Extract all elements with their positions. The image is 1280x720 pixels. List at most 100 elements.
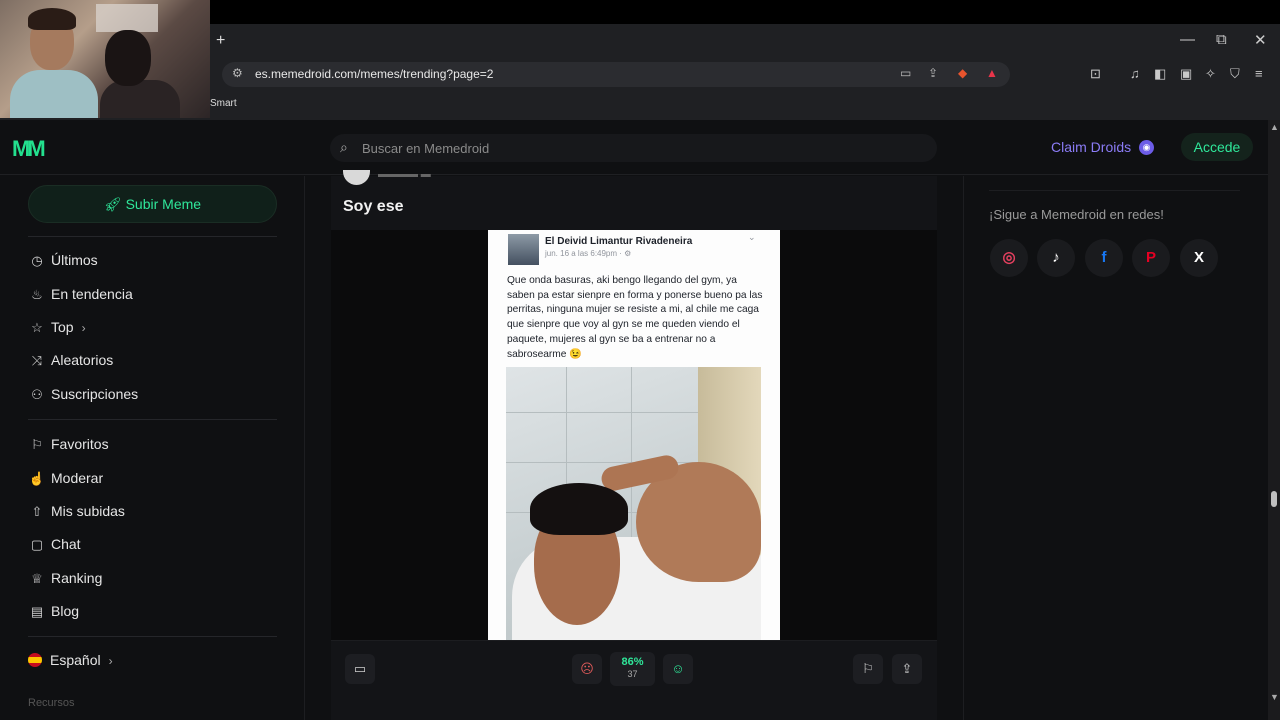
sidebar-item-mis-subidas[interactable]: ⇧ Mis subidas xyxy=(28,503,125,525)
sidebar-item-blog[interactable]: ▤ Blog xyxy=(28,603,79,625)
site-settings-icon[interactable]: ⚙ xyxy=(232,66,243,80)
login-button[interactable]: Accede xyxy=(1181,133,1253,161)
url-text[interactable]: es.memedroid.com/memes/trending?page=2 xyxy=(255,67,493,81)
tiktok-icon[interactable]: ♪ xyxy=(1037,239,1075,277)
bookmark-icon: ⚐ xyxy=(862,661,874,676)
fb-profile-picture xyxy=(508,234,539,265)
leo-ai-icon[interactable]: ✧ xyxy=(1205,66,1216,82)
memedroid-logo[interactable]: MM xyxy=(12,136,46,162)
sad-face-icon: ☹ xyxy=(580,661,594,676)
share-icon[interactable]: ⇪ xyxy=(928,66,938,80)
restore-button[interactable]: ⧉ xyxy=(1216,31,1227,48)
sidebar-item-favoritos[interactable]: ⚐ Favoritos xyxy=(28,436,109,458)
comments-button[interactable]: ▭ xyxy=(345,654,375,684)
save-button[interactable]: ⚐ xyxy=(853,654,883,684)
sidebar-item-ultimos[interactable]: ◷ Últimos xyxy=(28,252,98,274)
sidebar-panel-icon[interactable]: ⊡ xyxy=(1090,66,1101,82)
new-tab-button[interactable]: + xyxy=(216,32,225,50)
sidebar-item-label: En tendencia xyxy=(51,286,133,302)
search-box[interactable]: ⌕ xyxy=(330,134,937,162)
sidebar-item-suscripciones[interactable]: ⚇ Suscripciones xyxy=(28,386,138,408)
sidebar-divider xyxy=(304,176,305,720)
clock-icon: ◷ xyxy=(31,253,43,268)
scrollbar-thumb[interactable] xyxy=(1271,491,1277,507)
meme-image[interactable]: El Deivid Limantur Rivadeneira jun. 16 a… xyxy=(488,230,780,640)
chat-icon: ▢ xyxy=(30,537,44,552)
sidebar-item-label: Chat xyxy=(51,536,81,552)
sidebar-item-top[interactable]: ☆ Top › xyxy=(28,319,86,341)
right-column-divider xyxy=(963,176,964,720)
post-title[interactable]: Soy ese xyxy=(343,198,403,216)
users-icon: ⚇ xyxy=(31,387,43,402)
sidebar-item-moderar[interactable]: ☝ Moderar xyxy=(28,470,103,492)
wallet-icon[interactable]: ▣ xyxy=(1180,66,1192,82)
droid-coin-icon: ◉ xyxy=(1139,140,1154,155)
split-view-icon[interactable]: ◧ xyxy=(1154,66,1166,82)
upload-meme-button[interactable]: 🚀︎ Subir Meme xyxy=(28,185,277,223)
fb-post-date: jun. 16 a las 6:49pm · ⚙ xyxy=(545,249,632,258)
upload-meme-label: Subir Meme xyxy=(125,196,202,212)
webpage: MM ⌕ Claim Droids ◉ Accede 🚀︎ Subir Meme… xyxy=(0,120,1268,720)
brave-shield-icon[interactable]: ◆ xyxy=(958,66,967,80)
sidebar-item-label: Suscripciones xyxy=(51,386,139,402)
sidebar-item-label: Blog xyxy=(51,603,80,619)
webcam-overlay xyxy=(0,0,210,118)
cast-icon[interactable]: ▭ xyxy=(900,66,911,80)
sidebar-item-label: Ranking xyxy=(51,570,103,586)
brave-rewards-icon[interactable]: ▲ xyxy=(986,66,998,80)
fb-author-name: El Deivid Limantur Rivadeneira xyxy=(545,236,693,247)
media-icon[interactable]: ♫ xyxy=(1130,66,1140,81)
sidebar-separator xyxy=(28,636,277,637)
chevron-right-icon: › xyxy=(81,321,86,335)
upvote-button[interactable]: ☺ xyxy=(663,654,693,684)
language-selector[interactable]: Español › xyxy=(28,652,113,674)
bookmark-smart[interactable]: Smart xyxy=(210,98,237,109)
sidebar-item-label: Moderar xyxy=(51,470,104,486)
facebook-icon[interactable]: f xyxy=(1085,239,1123,277)
vpn-icon[interactable]: ⛉ xyxy=(1230,66,1240,82)
share-icon: ⇪ xyxy=(901,661,913,676)
fb-post-photo xyxy=(506,367,761,640)
follow-heading: ¡Sigue a Memedroid en redes! xyxy=(989,207,1164,222)
blog-icon: ▤ xyxy=(30,604,44,619)
claim-droids-link[interactable]: Claim Droids xyxy=(1051,139,1131,155)
instagram-icon[interactable]: ◎ xyxy=(990,239,1028,277)
shuffle-icon: ⤨ xyxy=(31,353,43,368)
vote-count: 37 xyxy=(627,669,638,679)
upload-icon: ⇧ xyxy=(31,504,43,519)
sidebar-item-tendencia[interactable]: ♨ En tendencia xyxy=(28,286,133,308)
scroll-up-arrow[interactable]: ▲ xyxy=(1270,122,1279,132)
close-window-button[interactable]: ✕ xyxy=(1254,31,1267,49)
language-label: Español xyxy=(50,652,101,668)
rocket-icon: 🚀︎ xyxy=(103,196,122,212)
sidebar-item-ranking[interactable]: ♕ Ranking xyxy=(28,570,102,592)
menu-icon[interactable]: ≡ xyxy=(1255,66,1263,81)
search-input[interactable] xyxy=(362,138,922,158)
sidebar-item-label: Aleatorios xyxy=(51,352,114,368)
page-scrollbar[interactable] xyxy=(1268,120,1280,720)
sidebar-footer-heading: Recursos xyxy=(28,697,75,709)
minimize-button[interactable]: — xyxy=(1180,31,1195,48)
star-icon: ☆ xyxy=(31,320,43,335)
happy-face-icon: ☺ xyxy=(671,661,685,676)
sidebar-item-label: Últimos xyxy=(51,252,98,268)
spain-flag-icon xyxy=(28,653,42,667)
site-header: MM ⌕ Claim Droids ◉ Accede xyxy=(0,120,1268,175)
share-button[interactable]: ⇪ xyxy=(892,654,922,684)
pinterest-icon[interactable]: P xyxy=(1132,239,1170,277)
author-name[interactable]: ▬▬▬▬ ▬ xyxy=(378,169,431,180)
sidebar-separator xyxy=(28,419,277,420)
scroll-down-arrow[interactable]: ▼ xyxy=(1270,692,1279,702)
ranking-icon: ♕ xyxy=(31,571,43,586)
comment-icon: ▭ xyxy=(353,661,367,676)
flame-icon: ♨ xyxy=(31,287,43,302)
sidebar-item-aleatorios[interactable]: ⤨ Aleatorios xyxy=(28,352,113,374)
sidebar-item-label: Mis subidas xyxy=(51,503,125,519)
sidebar-item-label: Favoritos xyxy=(51,436,109,452)
x-icon[interactable]: X xyxy=(1180,239,1218,277)
score-badge: 86% 37 xyxy=(610,652,655,686)
chevron-right-icon: › xyxy=(108,654,113,668)
sidebar-item-chat[interactable]: ▢ Chat xyxy=(28,536,81,558)
sidebar-item-label: Top xyxy=(51,319,74,335)
downvote-button[interactable]: ☹ xyxy=(572,654,602,684)
